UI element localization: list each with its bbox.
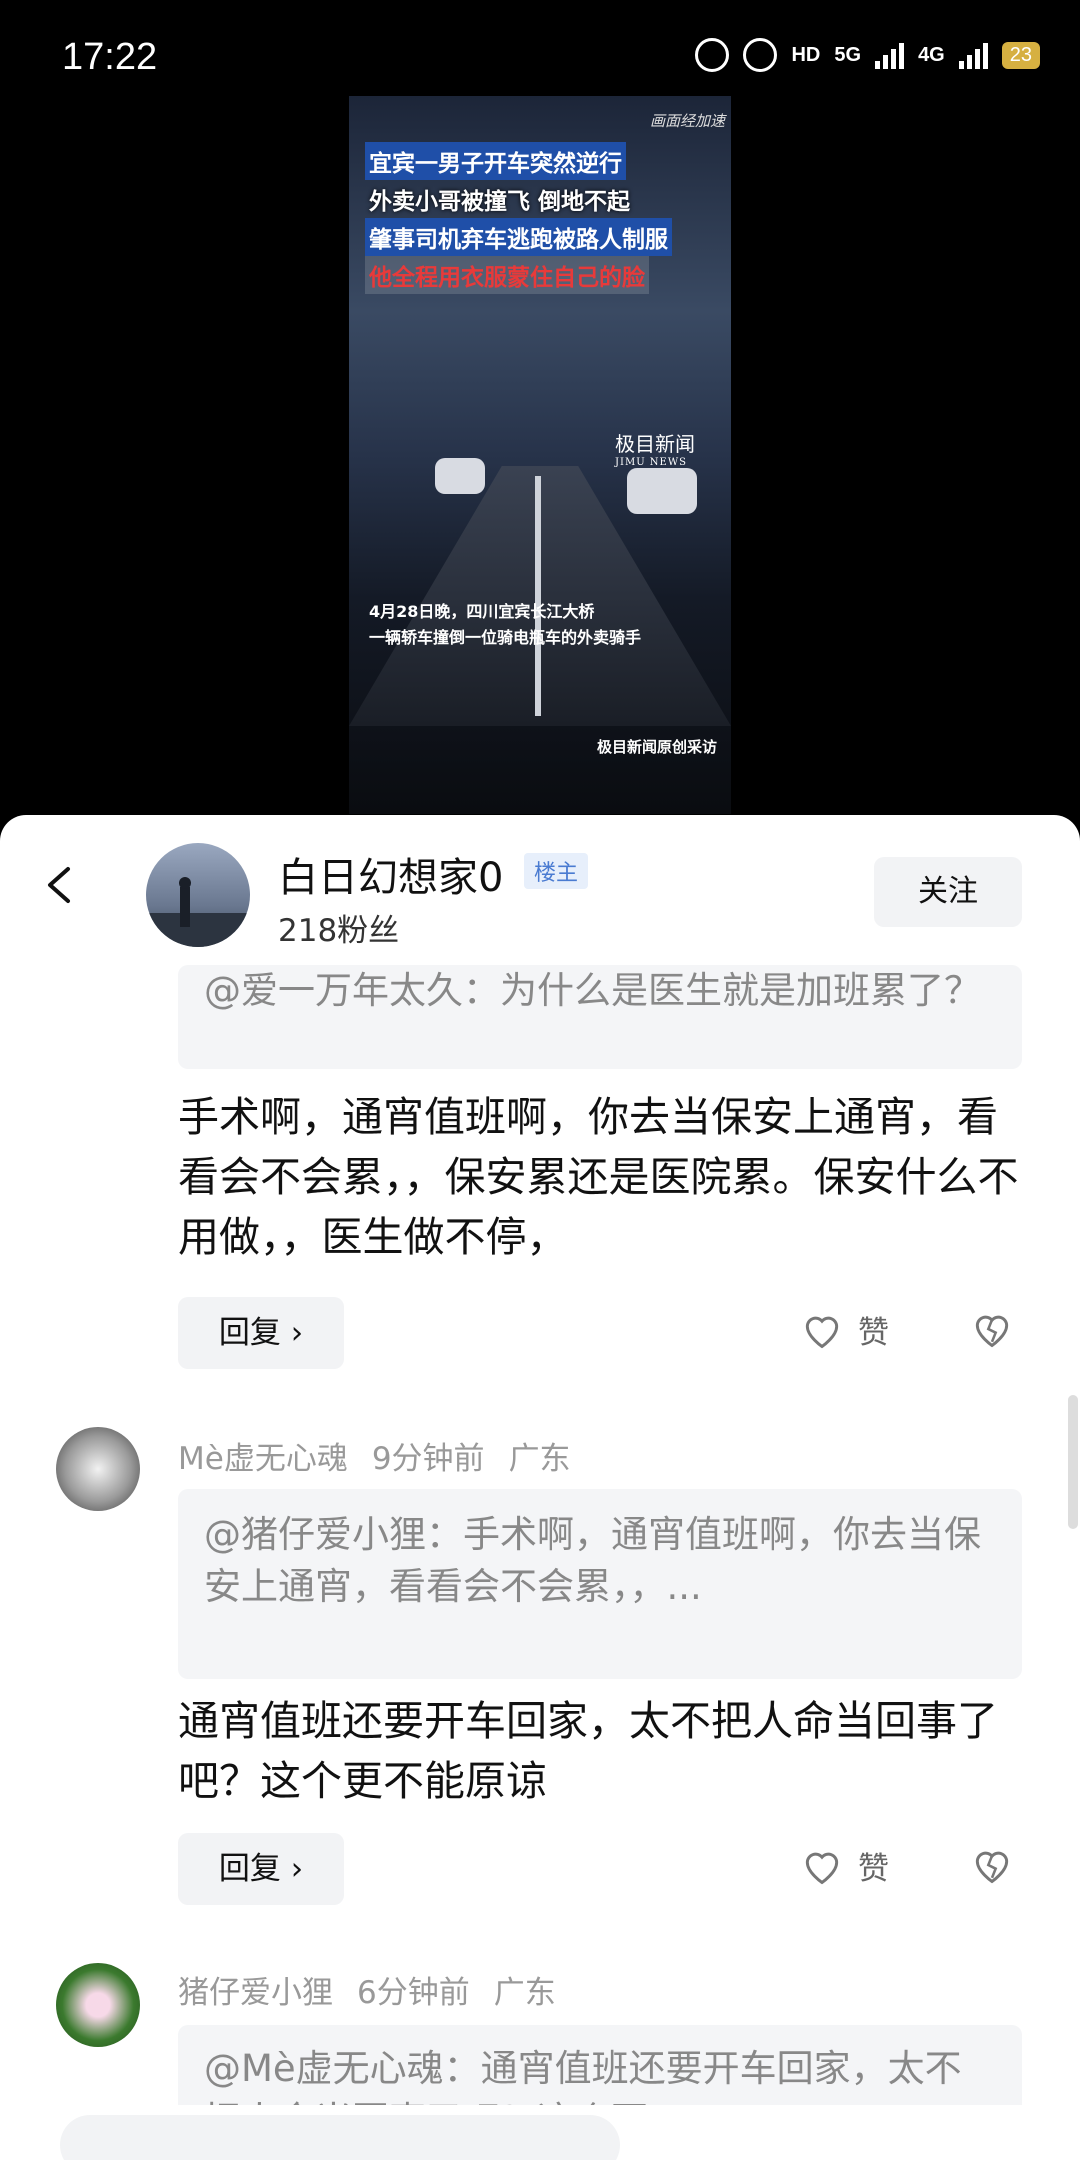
lane-marking bbox=[535, 476, 541, 716]
dislike-heart-icon[interactable] bbox=[970, 1843, 1014, 1887]
car-right bbox=[627, 468, 697, 514]
back-arrow-icon[interactable] bbox=[40, 865, 80, 905]
5g-indicator: 5G bbox=[834, 44, 862, 66]
battery-icon: 23 bbox=[1001, 41, 1040, 69]
author-avatar[interactable] bbox=[146, 843, 250, 947]
commenter-name[interactable]: Mè虚无心魂 bbox=[178, 1441, 348, 1477]
video-source: 极目新闻原创采访 bbox=[596, 738, 717, 756]
op-badge: 楼主 bbox=[524, 853, 589, 889]
comment-panel: 白日幻想家0 楼主 218粉丝 关注 @爱一万年太久：为什么是医生就是加班累了？… bbox=[0, 815, 1080, 2160]
author-name[interactable]: 白日幻想家0 bbox=[278, 845, 503, 903]
car-left bbox=[435, 458, 485, 494]
like-label: 赞 bbox=[858, 1315, 889, 1351]
comment-text: 手术啊，通宵值班啊，你去当保安上通宵，看看会不会累，，保安累还是医院累。保安什么… bbox=[178, 1093, 1019, 1261]
news-logo: 极目新闻 JIMU NEWS bbox=[615, 432, 695, 468]
heart-icon bbox=[805, 1316, 839, 1348]
comment-time: 9分钟前 bbox=[371, 1441, 485, 1477]
reply-button[interactable]: 回复 › bbox=[178, 1833, 344, 1905]
mute-icon bbox=[743, 38, 778, 72]
comment-text: 通宵值班还要开车回家，太不把人命当回事了吧？这个更不能原谅 bbox=[178, 1697, 998, 1805]
like-button[interactable]: 赞 bbox=[800, 1307, 889, 1352]
video-caption: 一辆轿车撞倒一位骑电瓶车的外卖骑手 bbox=[369, 628, 642, 647]
4g-indicator: 4G bbox=[918, 44, 945, 66]
fan-count: 218粉丝 bbox=[278, 913, 400, 949]
video-headline: 宜宾一男子开车突然逆行 bbox=[365, 142, 626, 180]
video-headline: 肇事司机弃车逃跑被路人制服 bbox=[365, 218, 672, 256]
like-label: 赞 bbox=[858, 1851, 889, 1887]
quoted-comment[interactable]: @爱一万年太久：为什么是医生就是加班累了？ bbox=[178, 965, 1022, 1069]
comment-time: 6分钟前 bbox=[357, 1975, 470, 2011]
reply-button[interactable]: 回复 › bbox=[178, 1297, 344, 1369]
signal-icon-2 bbox=[958, 41, 988, 69]
quoted-comment[interactable]: @猪仔爱小狸：手术啊，通宵值班啊，你去当保安上通宵，看看会不会累，，... bbox=[178, 1489, 1022, 1679]
commenter-name[interactable]: 猪仔爱小狸 bbox=[178, 1975, 333, 2011]
scrollbar[interactable] bbox=[1068, 1395, 1078, 1529]
video-headline: 他全程用衣服蒙住自己的脸 bbox=[365, 256, 649, 294]
video-headline: 外卖小哥被撞飞 倒地不起 bbox=[369, 189, 631, 215]
speed-note: 画面经加速 bbox=[649, 112, 725, 130]
status-icons: HD 5G 4G 23 bbox=[695, 38, 1040, 72]
follow-button[interactable]: 关注 bbox=[874, 857, 1022, 927]
comment-meta: Mè虚无心魂 9分钟前 广东 bbox=[178, 1433, 595, 1478]
commenter-avatar[interactable] bbox=[56, 1963, 140, 2047]
heart-icon bbox=[805, 1852, 839, 1884]
signal-icon bbox=[875, 41, 905, 69]
video-player[interactable]: 画面经加速 宜宾一男子开车突然逆行 外卖小哥被撞飞 倒地不起 肇事司机弃车逃跑被… bbox=[349, 96, 731, 814]
comment-meta: 猪仔爱小狸 6分钟前 广东 bbox=[178, 1967, 580, 2012]
status-bar: 17:22 HD 5G 4G 23 bbox=[0, 0, 1080, 110]
dislike-heart-icon[interactable] bbox=[970, 1307, 1014, 1351]
hd-indicator: HD bbox=[791, 44, 821, 66]
alarm-icon bbox=[695, 38, 730, 72]
bottom-bar bbox=[0, 2105, 1080, 2160]
video-caption: 4月28日晚，四川宜宾长江大桥 bbox=[369, 602, 595, 621]
commenter-avatar[interactable] bbox=[56, 1427, 140, 1511]
comment-location: 广东 bbox=[493, 1975, 556, 2011]
quoted-comment[interactable]: @Mè虚无心魂：通宵值班还要开车回家，太不把人命当回事了吧？这个更 bbox=[178, 2025, 1022, 2115]
comment-location: 广东 bbox=[508, 1441, 571, 1477]
like-button[interactable]: 赞 bbox=[800, 1843, 889, 1888]
comment-input[interactable] bbox=[60, 2115, 620, 2160]
status-time: 17:22 bbox=[62, 36, 158, 78]
